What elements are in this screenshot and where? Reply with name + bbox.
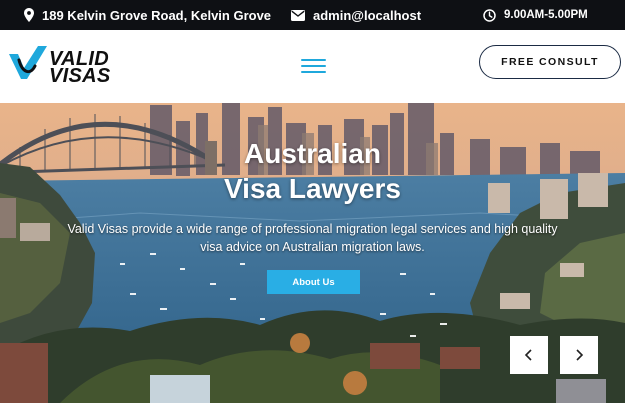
free-consult-button[interactable]: FREE CONSULT	[479, 45, 621, 79]
email-text[interactable]: admin@localhost	[313, 8, 421, 23]
map-pin-icon	[24, 8, 34, 22]
hero-description-line2: visa advice on Australian migration laws…	[200, 240, 425, 254]
slider-next-button[interactable]	[560, 336, 598, 374]
address-info: 189 Kelvin Grove Road, Kelvin Grove	[24, 0, 271, 30]
chevron-left-icon	[524, 349, 532, 361]
hours-text: 9.00AM-5.00PM	[504, 9, 588, 21]
logo[interactable]: VALID VISAS	[8, 44, 118, 90]
envelope-icon	[291, 9, 305, 21]
page: 189 Kelvin Grove Road, Kelvin Grove admi…	[0, 0, 625, 403]
hero-title-line2: Visa Lawyers	[224, 173, 401, 204]
about-us-button[interactable]: About Us	[267, 270, 360, 294]
logo-text: VALID VISAS	[49, 48, 111, 87]
hamburger-menu-icon[interactable]	[301, 57, 326, 75]
logo-check-mark-icon	[9, 46, 47, 79]
top-info-bar: 189 Kelvin Grove Road, Kelvin Grove admi…	[0, 0, 625, 30]
hours-info: 9.00AM-5.00PM	[483, 0, 588, 30]
chevron-right-icon	[576, 349, 584, 361]
hero-description-line1: Valid Visas provide a wide range of prof…	[67, 222, 558, 236]
hero-title-line1: Australian	[244, 138, 381, 169]
address-text: 189 Kelvin Grove Road, Kelvin Grove	[42, 7, 272, 23]
clock-icon	[483, 8, 496, 22]
hero-slider: Australian Visa Lawyers Valid Visas prov…	[0, 103, 625, 403]
site-header: VALID VISAS FREE CONSULT	[0, 30, 625, 103]
email-info[interactable]: admin@localhost	[291, 0, 421, 30]
slider-prev-button[interactable]	[510, 336, 548, 374]
